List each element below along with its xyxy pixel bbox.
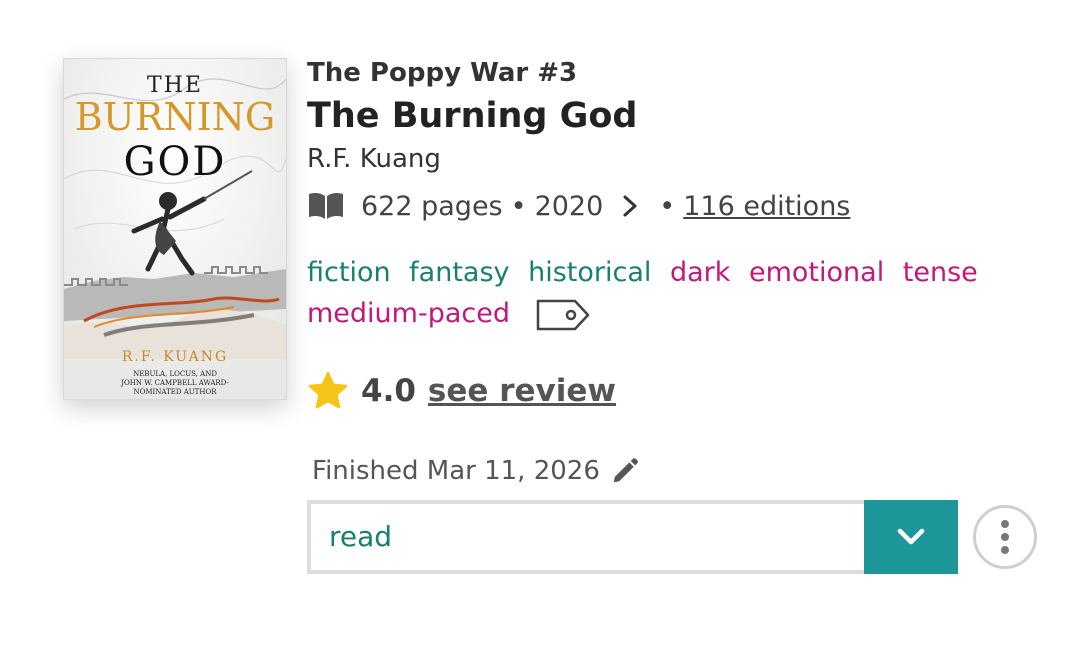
cover-author: R.F. KUANG bbox=[121, 349, 229, 365]
reading-status-dropdown[interactable]: read bbox=[307, 500, 958, 574]
open-book-icon bbox=[309, 192, 343, 219]
rating-row: 4.0 see review bbox=[307, 370, 616, 412]
book-cover[interactable]: THE BURNING GOD R.F. KUANG NEBULA, LOCUS… bbox=[63, 58, 287, 400]
reading-status-value[interactable]: read bbox=[329, 504, 392, 570]
author-link[interactable]: R.F. Kuang bbox=[307, 144, 441, 174]
editions-link[interactable]: 116 editions bbox=[683, 191, 850, 222]
chevron-down-icon bbox=[897, 528, 925, 545]
more-vertical-icon bbox=[1001, 520, 1009, 554]
book-meta-row: 622 pages • 2020 • 116 editions bbox=[307, 186, 850, 226]
rating-value: 4.0 bbox=[361, 373, 416, 409]
tag-genre[interactable]: fiction bbox=[307, 257, 391, 288]
cover-title-line2: BURNING bbox=[74, 95, 276, 139]
book-detail-page: THE BURNING GOD R.F. KUANG NEBULA, LOCUS… bbox=[0, 0, 1079, 653]
tag-pace[interactable]: medium-paced bbox=[307, 298, 510, 329]
more-options-button[interactable] bbox=[973, 505, 1037, 569]
tag-list: fiction fantasy historical dark emotiona… bbox=[307, 252, 1007, 334]
status-dropdown-button[interactable] bbox=[864, 500, 958, 574]
meta-separator-2: • bbox=[659, 190, 676, 222]
chevron-right-icon[interactable] bbox=[619, 193, 641, 219]
series-link[interactable]: The Poppy War #3 bbox=[307, 58, 577, 88]
pencil-icon[interactable] bbox=[610, 456, 640, 486]
tag-mood[interactable]: dark bbox=[670, 257, 730, 288]
see-review-link[interactable]: see review bbox=[428, 373, 616, 409]
cover-title-line3: GOD bbox=[123, 139, 227, 185]
star-icon bbox=[308, 371, 348, 409]
publication-year: 2020 bbox=[534, 190, 604, 222]
page-count: 622 pages bbox=[361, 190, 503, 222]
tag-genre[interactable]: fantasy bbox=[409, 257, 509, 288]
tag-mood[interactable]: emotional bbox=[749, 257, 884, 288]
finished-row: Finished Mar 11, 2026 bbox=[312, 456, 640, 486]
tag-genre[interactable]: historical bbox=[528, 257, 651, 288]
meta-separator: • bbox=[510, 190, 527, 222]
tag-mood[interactable]: tense bbox=[903, 257, 978, 288]
cover-blurb: NEBULA, LOCUS, AND JOHN W. CAMPBELL AWAR… bbox=[121, 370, 229, 396]
book-title: The Burning God bbox=[307, 96, 638, 136]
tag-icon[interactable] bbox=[535, 298, 591, 332]
finished-date: Finished Mar 11, 2026 bbox=[312, 456, 600, 486]
